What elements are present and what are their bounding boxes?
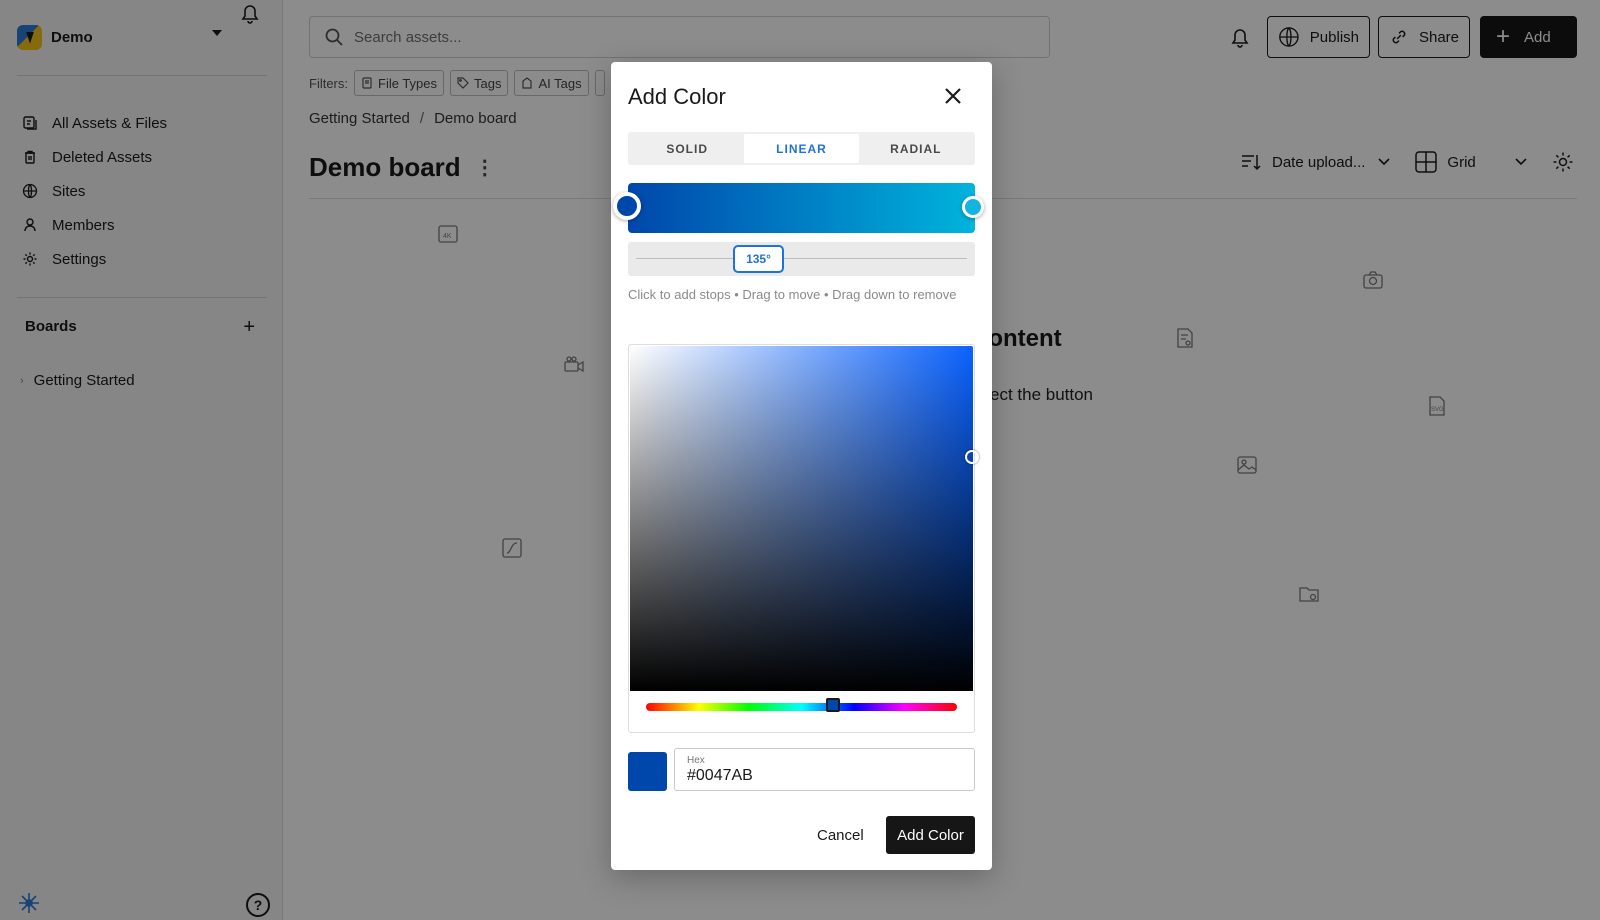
cancel-button[interactable]: Cancel (811, 816, 870, 854)
close-icon[interactable] (941, 84, 965, 108)
tab-radial[interactable]: RADIAL (859, 134, 973, 163)
fill-type-tabs: SOLID LINEAR RADIAL (628, 132, 975, 165)
angle-slider[interactable]: 135° (628, 242, 975, 276)
gradient-hint: Click to add stops • Drag to move • Drag… (628, 287, 957, 302)
angle-slider-thumb[interactable]: 135° (733, 245, 784, 273)
hue-slider-handle[interactable] (826, 698, 840, 712)
hex-field[interactable]: Hex (674, 748, 975, 791)
saturation-value-handle[interactable] (965, 450, 979, 464)
add-color-dialog: Add Color SOLID LINEAR RADIAL 135° Click… (611, 62, 992, 870)
color-swatch (628, 752, 667, 791)
saturation-value-area[interactable] (630, 346, 973, 691)
hex-input[interactable] (687, 766, 957, 785)
angle-slider-track (636, 258, 967, 259)
hue-slider[interactable] (646, 703, 957, 711)
gradient-stop-start[interactable] (613, 192, 641, 220)
color-picker (628, 344, 979, 733)
tab-solid[interactable]: SOLID (630, 134, 744, 163)
hex-label: Hex (687, 755, 705, 766)
dialog-title: Add Color (628, 84, 726, 109)
gradient-preview-bar[interactable] (613, 183, 984, 233)
gradient-stop-end[interactable] (962, 196, 984, 218)
tab-linear[interactable]: LINEAR (744, 134, 859, 163)
add-color-button[interactable]: Add Color (886, 816, 975, 854)
